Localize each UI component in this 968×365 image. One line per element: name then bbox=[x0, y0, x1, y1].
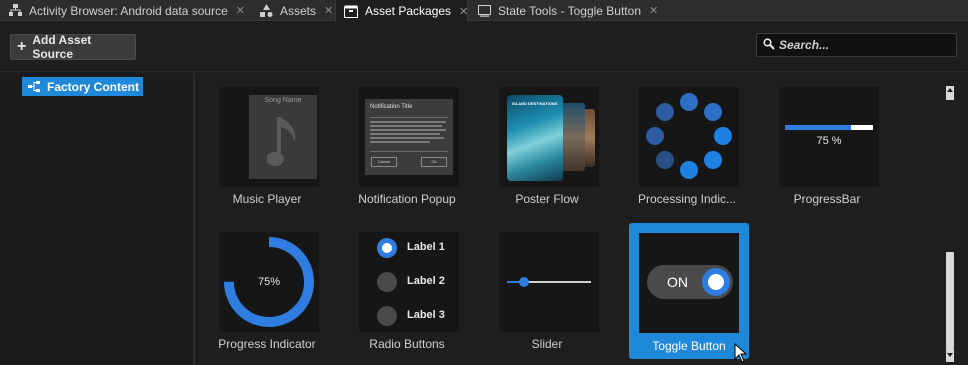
asset-card-progress-indicator[interactable]: 75% Progress Indicator bbox=[197, 218, 319, 354]
poster-card-front: ISLAND DESTINATIONS bbox=[507, 95, 563, 181]
asset-thumbnail: Label 1 Label 2 Label 3 bbox=[359, 232, 459, 332]
slider-handle bbox=[518, 277, 529, 287]
asset-card-music-player[interactable]: Song Name Music Player bbox=[197, 73, 319, 209]
scrollbar-thumb[interactable] bbox=[946, 252, 954, 348]
radio-selected-icon bbox=[377, 238, 397, 258]
asset-thumbnail: Notification Title Cancel Ok bbox=[359, 87, 459, 187]
radio-unselected-icon bbox=[377, 272, 397, 292]
tab-label: Asset Packages bbox=[365, 4, 452, 18]
poster-title-text: ISLAND DESTINATIONS bbox=[512, 101, 558, 106]
asset-card-progressbar[interactable]: 75 % ProgressBar bbox=[757, 73, 879, 209]
asset-label: Processing Indic... bbox=[637, 192, 737, 206]
scroll-down-arrow-icon[interactable] bbox=[946, 348, 954, 362]
close-icon[interactable]: ✕ bbox=[236, 4, 245, 17]
shapes-icon bbox=[259, 4, 273, 18]
music-player-preview: Song Name bbox=[249, 95, 317, 179]
asset-label: Music Player bbox=[232, 192, 302, 206]
asset-label: ProgressBar bbox=[793, 192, 861, 206]
asset-thumbnail bbox=[639, 87, 739, 187]
radio-label: Label 3 bbox=[407, 309, 445, 321]
asset-thumbnail bbox=[499, 232, 599, 332]
slider-track bbox=[507, 277, 591, 287]
song-name-text: Song Name bbox=[264, 97, 302, 104]
asset-card-poster-flow[interactable]: ISLAND DESTINATIONS Poster Flow bbox=[477, 73, 599, 209]
progress-ring-text: 75% bbox=[257, 276, 281, 288]
radio-label: Label 1 bbox=[407, 241, 445, 253]
asset-label: Progress Indicator bbox=[218, 337, 316, 351]
toggle-knob bbox=[702, 268, 730, 296]
asset-card-toggle-button[interactable]: ON Toggle Button bbox=[629, 223, 749, 359]
music-note-icon bbox=[267, 117, 296, 166]
close-icon[interactable]: ✕ bbox=[324, 4, 333, 17]
add-asset-source-button[interactable]: + Add Asset Source bbox=[10, 33, 136, 61]
asset-thumbnail: 75 % bbox=[779, 87, 879, 187]
progress-percent-text: 75 % bbox=[816, 135, 842, 147]
asset-thumbnail: 75% bbox=[219, 232, 319, 332]
toolbar: + Add Asset Source bbox=[0, 22, 968, 72]
processing-spinner bbox=[646, 93, 732, 179]
search-icon bbox=[763, 37, 775, 53]
asset-label: Slider bbox=[531, 337, 563, 351]
radio-label: Label 2 bbox=[407, 275, 445, 287]
hierarchy-icon bbox=[8, 4, 22, 18]
tree-item-factory-content[interactable]: Factory Content bbox=[22, 77, 144, 96]
asset-card-processing-indicator[interactable]: Processing Indic... bbox=[617, 73, 739, 209]
search-box[interactable] bbox=[756, 33, 957, 57]
hierarchy-icon bbox=[28, 80, 41, 93]
close-icon[interactable]: ✕ bbox=[649, 4, 658, 17]
add-asset-source-label: Add Asset Source bbox=[32, 33, 92, 61]
tab-bar: Activity Browser: Android data source ✕ … bbox=[0, 0, 968, 22]
asset-thumbnail: Song Name bbox=[219, 87, 319, 187]
vertical-scrollbar[interactable] bbox=[943, 84, 957, 365]
asset-card-radio-buttons[interactable]: Label 1 Label 2 Label 3 Radio Buttons bbox=[337, 218, 459, 354]
tree-item-label: Factory Content bbox=[47, 79, 140, 94]
tab-assets[interactable]: Assets ✕ bbox=[251, 0, 336, 21]
progressbar-fill bbox=[785, 125, 851, 130]
asset-thumbnail: ON bbox=[639, 233, 739, 333]
notification-preview: Notification Title Cancel Ok bbox=[365, 99, 453, 175]
tab-label: State Tools - Toggle Button bbox=[498, 3, 641, 18]
asset-label: Poster Flow bbox=[515, 192, 579, 206]
toggle-on-text: ON bbox=[667, 274, 688, 290]
asset-label: Toggle Button bbox=[652, 339, 726, 353]
cancel-preview-button: Cancel bbox=[371, 157, 397, 167]
tab-asset-packages[interactable]: Asset Packages ✕ bbox=[335, 0, 468, 22]
notification-title-text: Notification Title bbox=[370, 104, 413, 110]
asset-card-slider[interactable]: Slider bbox=[477, 218, 599, 354]
asset-grid: Song Name Music Player Notification Titl… bbox=[197, 73, 943, 365]
window-icon bbox=[477, 4, 491, 18]
asset-label: Radio Buttons bbox=[369, 337, 445, 351]
plus-icon: + bbox=[17, 38, 27, 55]
close-icon[interactable]: ✕ bbox=[459, 5, 468, 18]
mouse-cursor-icon bbox=[734, 343, 748, 363]
tab-activity-browser[interactable]: Activity Browser: Android data source ✕ bbox=[0, 0, 248, 21]
tab-label: Activity Browser: Android data source bbox=[29, 3, 228, 18]
tab-state-tools[interactable]: State Tools - Toggle Button ✕ bbox=[469, 0, 669, 21]
asset-thumbnail: ISLAND DESTINATIONS bbox=[499, 87, 599, 187]
ok-preview-button: Ok bbox=[421, 157, 447, 167]
asset-source-tree: Factory Content bbox=[0, 73, 195, 365]
asset-label: Notification Popup bbox=[358, 192, 456, 206]
scroll-up-arrow-icon[interactable] bbox=[946, 86, 954, 100]
tab-label: Assets bbox=[280, 3, 317, 18]
radio-unselected-icon bbox=[377, 306, 397, 326]
package-icon bbox=[344, 4, 358, 18]
asset-card-notification-popup[interactable]: Notification Title Cancel Ok Notificatio… bbox=[337, 73, 459, 209]
progressbar-track bbox=[785, 125, 873, 130]
toggle-switch-preview: ON bbox=[647, 265, 733, 299]
search-input[interactable] bbox=[779, 38, 949, 52]
